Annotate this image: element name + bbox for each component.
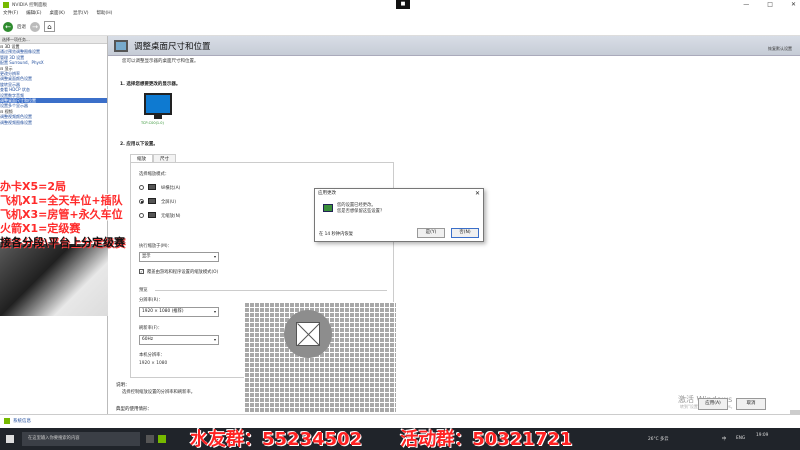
- radio-full-screen-label[interactable]: 全屏(U): [161, 199, 176, 205]
- home-icon[interactable]: ⌂: [44, 21, 55, 32]
- countdown-prefix: 在: [319, 232, 324, 237]
- dialog-no-button[interactable]: 否(N): [451, 228, 479, 238]
- menu-edit[interactable]: 编辑(E): [26, 10, 41, 18]
- group-numbers-overlay: 水友群：55234502 活动群：50321721: [190, 425, 572, 450]
- menu-view[interactable]: 显示(V): [73, 10, 89, 18]
- tree-item-video-image[interactable]: 调整视频图像设置: [0, 120, 107, 125]
- no-scaling-icon: [148, 212, 156, 218]
- menu-bar: 文件(F) 编辑(E) 桌面(K) 显示(V) 帮助(H): [0, 10, 800, 18]
- event-group-number: 活动群：50321721: [400, 429, 573, 450]
- forward-arrow-icon[interactable]: →: [30, 21, 40, 32]
- full-screen-icon: [148, 198, 156, 204]
- description-label: 说明：: [116, 383, 130, 388]
- menu-desktop[interactable]: 桌面(K): [49, 10, 64, 18]
- override-label[interactable]: 覆盖由游戏和程序设置的缩放模式(O): [147, 269, 218, 275]
- step-2-label: 2. 应用以下设置。: [120, 142, 158, 147]
- apply-changes-dialog: 应用更改 ✕ 您的设置已经更改。 您是否想保留这些设置？ 在 14 秒钟内恢复 …: [314, 188, 484, 242]
- task-view-icon[interactable]: [146, 435, 154, 443]
- dialog-countdown: 在 14 秒钟内恢复: [319, 231, 353, 237]
- ime-indicator[interactable]: 中: [722, 436, 726, 442]
- language-indicator[interactable]: ENG: [736, 436, 745, 441]
- perform-scaling-select[interactable]: 显示 ▾: [139, 252, 219, 262]
- chevron-down-icon: ▾: [213, 254, 216, 259]
- countdown-suffix: 秒钟内恢复: [331, 232, 353, 237]
- promo-line-2: 飞机X1=全天车位+插队: [0, 194, 123, 207]
- menu-help[interactable]: 帮助(H): [97, 10, 113, 18]
- scaling-mode-label: 选择缩放模式：: [139, 172, 170, 177]
- maximize-button[interactable]: □: [767, 0, 773, 10]
- perform-scaling-value: 显示: [142, 254, 151, 259]
- menu-file[interactable]: 文件(F): [3, 10, 18, 18]
- aspect-ratio-icon: [148, 184, 156, 190]
- restore-defaults-link[interactable]: 恢复默认设置: [768, 46, 792, 52]
- apply-button[interactable]: 应用(A): [698, 398, 728, 410]
- window-titlebar: NVIDIA 控制面板 ■ — □ ✕: [0, 0, 800, 10]
- display-change-icon: [323, 204, 333, 212]
- radio-aspect-ratio-label[interactable]: 纵横比(A): [161, 185, 180, 191]
- system-info-label: 系统信息: [13, 419, 31, 424]
- dialog-message: 您的设置已经更改。 您是否想保留这些设置？: [337, 203, 384, 214]
- radio-no-scaling[interactable]: [139, 213, 144, 218]
- chevron-down-icon: ▾: [213, 309, 216, 314]
- preview-test-pattern: [296, 322, 320, 346]
- windows-start-icon[interactable]: [6, 435, 14, 443]
- usage-label: 典型的使用情形：: [116, 407, 152, 412]
- display-name[interactable]: TCP-C00(1.0): [141, 121, 164, 125]
- page-title: 调整桌面尺寸和位置: [134, 41, 211, 52]
- display-stand: [154, 115, 162, 119]
- description-text: 选择控制缩放设置的分辨率和刷新率。: [122, 390, 196, 395]
- refresh-rate-value: 60Hz: [142, 337, 153, 342]
- back-arrow-icon[interactable]: ←: [3, 21, 13, 32]
- webcam-overlay: [0, 244, 108, 316]
- resolution-select[interactable]: 1920 × 1080 (推荐) ▾: [139, 307, 219, 317]
- preview-section-label: 预览: [139, 288, 148, 293]
- taskbar-clock[interactable]: 19:09: [756, 433, 768, 438]
- close-button[interactable]: ✕: [791, 0, 796, 10]
- refresh-rate-select[interactable]: 60Hz ▾: [139, 335, 219, 345]
- radio-full-screen[interactable]: [139, 199, 144, 204]
- display-thumbnail-icon[interactable]: [144, 93, 172, 115]
- monitor-icon: [114, 39, 128, 52]
- promo-line-1: 办卡X5=2局: [0, 180, 67, 193]
- section-divider: [155, 290, 387, 291]
- minimize-button[interactable]: —: [743, 0, 749, 10]
- nvidia-taskbar-icon[interactable]: [158, 435, 166, 443]
- native-resolution-value: 1920 × 1080: [139, 361, 168, 366]
- record-indicator: ■: [396, 0, 410, 9]
- page-intro: 您可以调整显示器的桌面尺寸和位置。: [122, 59, 199, 64]
- page-banner: 调整桌面尺寸和位置 恢复默认设置: [108, 36, 800, 56]
- promo-line-5: 接各分段\平台上分定级赛: [0, 236, 126, 249]
- weather-readout[interactable]: 26°C 多云: [648, 436, 669, 442]
- window-title: NVIDIA 控制面板: [12, 3, 48, 8]
- resolution-label: 分辨率(R)：: [139, 298, 163, 303]
- step-1-label: 1. 选择您想要更改的显示器。: [120, 82, 181, 87]
- countdown-seconds: 14: [324, 232, 331, 237]
- scaling-preview: [244, 302, 396, 412]
- radio-no-scaling-label[interactable]: 无缩放(N): [161, 213, 180, 219]
- dialog-title: 应用更改: [318, 191, 336, 196]
- perform-scaling-label: 执行缩放于(M)：: [139, 244, 172, 249]
- chevron-down-icon: ▾: [213, 337, 216, 342]
- resolution-value: 1920 × 1080 (推荐): [142, 309, 184, 314]
- back-button-label[interactable]: 后退: [17, 24, 26, 30]
- promo-overlay: 办卡X5=2局 飞机X1=全天车位+插队 飞机X3=房管+永久车位 火箭X1=定…: [0, 180, 130, 250]
- fan-group-number: 水友群：55234502: [190, 429, 363, 450]
- dialog-yes-button[interactable]: 是(Y): [417, 228, 445, 238]
- task-tree-header: 选择一项任务...: [0, 36, 107, 44]
- refresh-rate-label: 刷新率(F)：: [139, 326, 163, 331]
- native-resolution-label: 本机分辨率：: [139, 353, 165, 358]
- nvidia-logo-icon: [3, 2, 9, 8]
- system-info-link[interactable]: 系统信息: [4, 418, 31, 424]
- promo-line-4: 火箭X1=定级赛: [0, 222, 81, 235]
- system-info-icon: [4, 418, 10, 424]
- taskbar-search[interactable]: 在这里输入你要搜索的内容: [22, 432, 140, 446]
- cancel-button[interactable]: 取消: [736, 398, 766, 410]
- dialog-close-icon[interactable]: ✕: [475, 189, 480, 199]
- dialog-message-line-2: 您是否想保留这些设置？: [337, 208, 385, 214]
- promo-line-3: 飞机X3=房管+永久车位: [0, 208, 123, 221]
- toolbar: ← 后退 → ⌂: [0, 18, 800, 36]
- radio-aspect-ratio[interactable]: [139, 185, 144, 190]
- override-checkbox[interactable]: ✓: [139, 269, 144, 274]
